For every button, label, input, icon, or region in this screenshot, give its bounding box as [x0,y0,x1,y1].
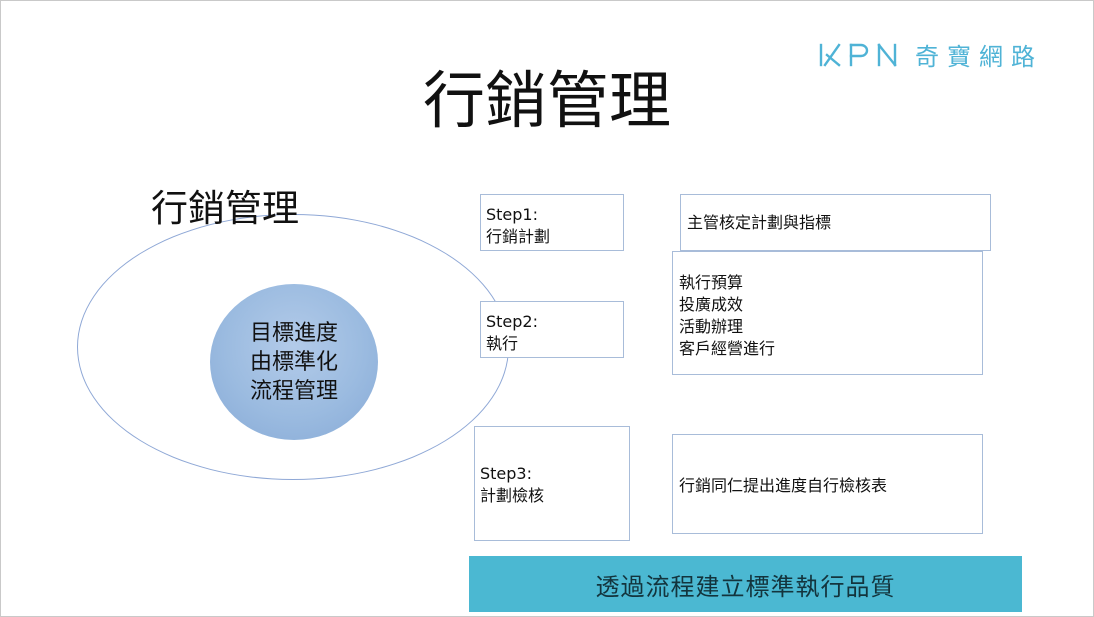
result-text: 行銷同仁提出進度自行檢核表 [679,476,888,495]
circle-line: 由標準化 [249,349,338,375]
result-text: 投廣成效 [679,295,744,314]
inner-circle: 目標進度 由標準化 流程管理 [210,284,378,440]
summary-banner: 透過流程建立標準執行品質 [469,556,1022,612]
circle-line: 流程管理 [249,378,338,404]
result1-box: 主管核定計劃與指標 [680,194,991,251]
result-text: 活動辦理 [679,317,744,336]
step-text: 執行 [486,334,519,353]
step-heading: Step1: [486,205,538,224]
step-heading: Step3: [480,464,532,483]
result-text: 執行預算 [679,273,744,292]
step1-box: Step1: 行銷計劃 [480,194,624,251]
step-heading: Step2: [486,312,538,331]
step2-box: Step2: 執行 [480,301,624,358]
page-title: 行銷管理 [422,64,671,137]
step-text: 計劃檢核 [480,486,545,505]
circle-line: 目標進度 [249,320,338,346]
result-text: 客戶經營進行 [679,339,776,358]
ellipse-label: 行銷管理 [151,187,299,230]
result2-box: 執行預算 投廣成效 活動辦理 客戶經營進行 [672,251,983,375]
result3-box: 行銷同仁提出進度自行檢核表 [672,434,983,534]
step3-box: Step3: 計劃檢核 [474,426,630,541]
slide: 奇寶網路 行銷管理 行銷管理 目標進度 由標準化 流程管理 Step1: 行銷計… [0,0,1094,617]
step-text: 行銷計劃 [486,227,551,246]
result-text: 主管核定計劃與指標 [687,213,832,232]
